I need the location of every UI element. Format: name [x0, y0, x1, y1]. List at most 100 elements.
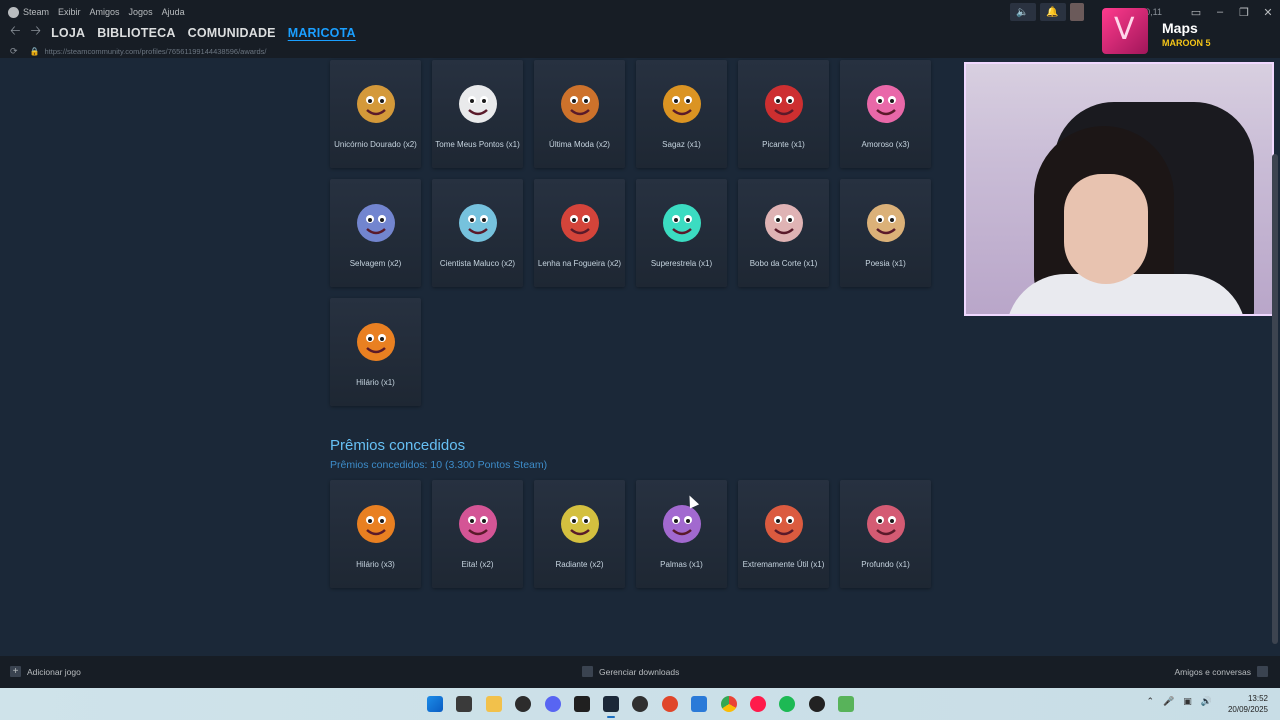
tab-maricota[interactable]: MARICOTA — [288, 26, 356, 40]
award-label: Radiante (x2) — [555, 560, 604, 569]
song-title: Maps — [1162, 20, 1198, 36]
award-card[interactable]: Eita! (x2) — [432, 480, 523, 588]
active-app-indicator — [607, 716, 615, 718]
award-label: Selvagem (x2) — [349, 259, 402, 268]
file-explorer-icon[interactable] — [486, 696, 502, 712]
clock-date: 20/09/2025 — [1227, 705, 1268, 714]
url-text[interactable]: https://steamcommunity.com/profiles/7656… — [45, 47, 267, 56]
award-card[interactable]: Lenha na Fogueira (x2) — [534, 179, 625, 287]
url-bar: ⟳ 🔒 https://steamcommunity.com/profiles/… — [0, 44, 1280, 58]
award-label: Bobo da Corte (x1) — [749, 259, 818, 268]
award-card[interactable]: Palmas (x1) — [636, 480, 727, 588]
reload-icon[interactable]: ⟳ — [10, 46, 18, 57]
app-icon-4[interactable] — [809, 696, 825, 712]
award-card[interactable]: Amoroso (x3) — [840, 60, 931, 168]
windows-start-icon[interactable] — [427, 696, 443, 712]
manage-downloads-button[interactable]: Gerenciar downloads — [582, 666, 679, 677]
award-card[interactable]: Picante (x1) — [738, 60, 829, 168]
back-arrow-icon[interactable]: 🡠 — [10, 22, 21, 44]
award-card[interactable]: Selvagem (x2) — [330, 179, 421, 287]
given-section-subtitle: Prêmios concedidos: 10 (3.300 Pontos Ste… — [330, 459, 548, 471]
obs-icon[interactable] — [632, 696, 648, 712]
wow-face-icon — [455, 500, 501, 546]
menu-jogos[interactable]: Jogos — [129, 7, 153, 17]
system-clock[interactable]: 13:52 20/09/2025 — [1228, 693, 1268, 715]
award-card[interactable]: Radiante (x2) — [534, 480, 625, 588]
manage-downloads-label: Gerenciar downloads — [599, 666, 680, 677]
app-icon-5[interactable] — [838, 696, 854, 712]
notification-bell-icon[interactable]: 🔔 — [1039, 3, 1066, 21]
award-card[interactable]: Última Moda (x2) — [534, 60, 625, 168]
menu-exibir[interactable]: Exibir — [58, 7, 81, 17]
golden-unicorn-icon — [353, 80, 399, 126]
app-icon-3[interactable] — [691, 696, 707, 712]
award-label: Poesia (x1) — [865, 259, 906, 268]
plus-icon: + — [10, 666, 21, 677]
tab-comunidade[interactable]: COMUNIDADE — [188, 26, 276, 40]
network-icon[interactable]: ▣ — [1183, 696, 1192, 707]
chevron-up-icon[interactable]: ⌃ — [1147, 696, 1155, 707]
menu-ajuda[interactable]: Ajuda — [162, 7, 185, 17]
award-label: Extremamente Útil (x1) — [742, 560, 825, 569]
menu-steam[interactable]: Steam — [23, 7, 49, 17]
pink-heart-icon — [863, 80, 909, 126]
award-card[interactable]: Bobo da Corte (x1) — [738, 179, 829, 287]
app-icon-1[interactable] — [515, 696, 531, 712]
opera-icon[interactable] — [750, 696, 766, 712]
page-scrollbar[interactable] — [1272, 154, 1278, 644]
task-view-icon[interactable] — [456, 696, 472, 712]
hot-sauce-icon — [761, 80, 807, 126]
volume-icon[interactable]: 🔊 — [1201, 696, 1212, 707]
chat-icon — [1257, 666, 1268, 677]
award-label: Unicórnio Dourado (x2) — [334, 140, 417, 149]
friends-chat-label: Amigos e conversas — [1174, 666, 1251, 677]
forward-arrow-icon[interactable]: 🡢 — [31, 22, 42, 44]
award-card[interactable]: Hilário (x3) — [330, 480, 421, 588]
epic-games-icon[interactable] — [574, 696, 590, 712]
laughing-face-icon — [353, 500, 399, 546]
award-label: Hilário (x1) — [356, 378, 395, 387]
award-label: Última Moda (x2) — [549, 140, 610, 149]
chrome-icon[interactable] — [721, 696, 737, 712]
award-card[interactable]: Poesia (x1) — [840, 179, 931, 287]
lock-icon: 🔒 — [29, 46, 40, 56]
deep-brain-icon — [863, 500, 909, 546]
add-game-label: Adicionar jogo — [27, 666, 81, 677]
award-card[interactable]: Extremamente Útil (x1) — [738, 480, 829, 588]
person-shirt — [1006, 274, 1246, 314]
steam-taskbar-icon[interactable] — [603, 696, 619, 712]
song-artist: MAROON 5 — [1162, 38, 1211, 48]
avatar[interactable] — [1069, 3, 1084, 21]
award-label: Superestrela (x1) — [650, 259, 713, 268]
award-label: Hilário (x3) — [356, 560, 395, 569]
award-card[interactable]: Tome Meus Pontos (x1) — [432, 60, 523, 168]
award-label: Amoroso (x3) — [861, 140, 910, 149]
friends-chat-button[interactable]: Amigos e conversas — [1174, 666, 1268, 677]
microphone-icon[interactable]: 🎤 — [1163, 696, 1174, 707]
award-label: Lenha na Fogueira (x2) — [537, 259, 622, 268]
award-card[interactable]: Sagaz (x1) — [636, 60, 727, 168]
spotify-icon[interactable] — [779, 696, 795, 712]
webcam-overlay — [964, 62, 1274, 316]
award-card[interactable]: Unicórnio Dourado (x2) — [330, 60, 421, 168]
award-label: Cientista Maluco (x2) — [439, 259, 516, 268]
award-card[interactable]: Cientista Maluco (x2) — [432, 179, 523, 287]
rooster-icon — [557, 199, 603, 245]
add-game-button[interactable]: + Adicionar jogo — [10, 666, 81, 677]
menu-amigos[interactable]: Amigos — [90, 7, 120, 17]
broadcast-icon[interactable]: 🔈 — [1009, 3, 1036, 21]
tab-biblioteca[interactable]: BIBLIOTECA — [97, 26, 175, 40]
discord-icon[interactable] — [545, 696, 561, 712]
award-label: Eita! (x2) — [461, 560, 494, 569]
award-card[interactable]: Hilário (x1) — [330, 298, 421, 406]
app-icon-2[interactable] — [662, 696, 678, 712]
award-card[interactable]: Profundo (x1) — [840, 480, 931, 588]
tab-loja[interactable]: LOJA — [51, 26, 85, 40]
radiant-orb-icon — [557, 500, 603, 546]
album-art — [1102, 8, 1148, 54]
laughing-face-icon — [353, 318, 399, 364]
award-label: Palmas (x1) — [660, 560, 703, 569]
person-face — [1064, 174, 1148, 284]
steam-logo-icon — [8, 6, 19, 18]
award-card[interactable]: Superestrela (x1) — [636, 179, 727, 287]
